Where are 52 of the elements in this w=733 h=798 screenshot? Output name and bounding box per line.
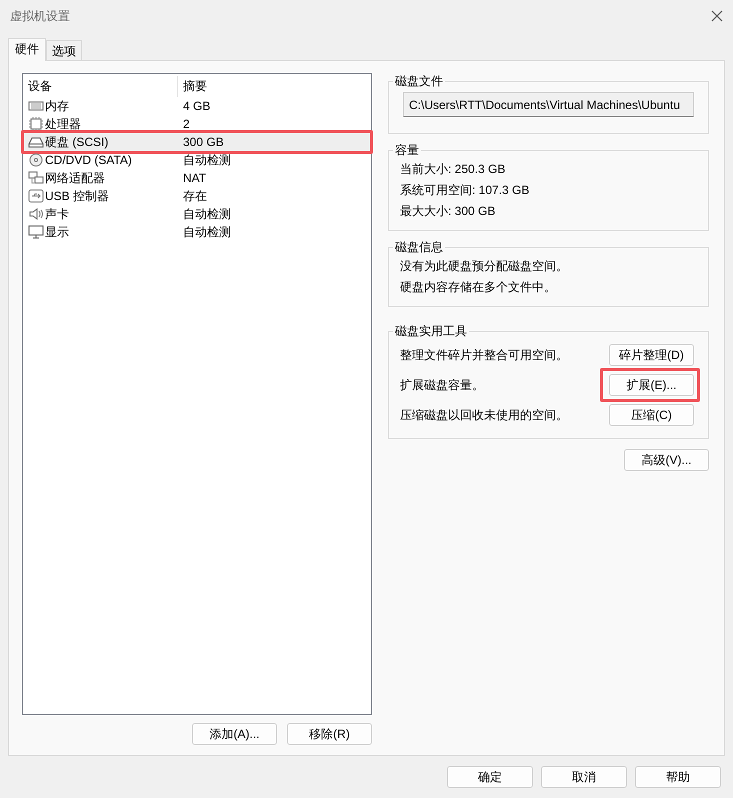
device-name: 硬盘 (SCSI) [45,134,108,150]
utility-text: 整理文件碎片并整合可用空间。 [399,346,568,364]
group-title: 磁盘信息 [394,239,444,256]
utility-text: 扩展磁盘容量。 [399,376,484,394]
chip-icon [28,117,44,131]
network-icon [28,171,44,185]
advanced-button[interactable]: 高级(V)... [624,449,709,471]
device-summary: 存在 [183,188,207,202]
capacity-text: 最大大小: 300 GB [400,203,496,220]
device-name: 显示 [45,224,69,240]
dialog-button[interactable]: 取消 [541,766,627,788]
capacity-text: 当前大小: 250.3 GB [400,161,506,178]
device-name: USB 控制器 [45,188,110,204]
disc-icon [28,153,44,167]
tab[interactable]: 选项 [46,40,82,60]
close-icon[interactable] [711,10,723,22]
info-text: 硬盘内容存储在多个文件中。 [400,279,556,296]
device-summary: 300 GB [183,135,224,149]
device-summary: 自动检测 [183,206,231,220]
dialog-button[interactable]: 帮助 [635,766,721,788]
file-path-field[interactable]: C:\Users\RTT\Documents\Virtual Machines\Ubuntu [403,92,694,117]
speaker-icon [28,207,44,221]
device-name: 网络适配器 [45,170,105,186]
device-name: 内存 [45,98,69,114]
memory-icon [28,99,44,113]
utility-button[interactable]: 碎片整理(D) [609,344,694,366]
group-title: 容量 [394,142,420,159]
capacity-text: 系统可用空间: 107.3 GB [400,182,530,199]
utility-button[interactable]: 扩展(E)... [609,374,694,396]
device-name: 声卡 [45,206,69,222]
device-name: 处理器 [45,116,81,132]
monitor-icon [28,225,44,239]
device-summary: 自动检测 [183,224,231,238]
utility-button[interactable]: 压缩(C) [609,404,694,426]
column-header[interactable]: 设备 [23,76,178,97]
device-summary: NAT [183,171,206,185]
device-name: CD/DVD (SATA) [45,153,132,167]
group-title: 磁盘实用工具 [394,323,468,340]
device-summary: 4 GB [183,99,210,113]
dialog-button[interactable]: 确定 [447,766,533,788]
group-title: 磁盘文件 [394,73,444,90]
device-button[interactable]: 移除(R) [287,723,372,745]
info-text: 没有为此硬盘预分配磁盘空间。 [400,258,568,275]
column-header[interactable]: 摘要 [178,76,207,97]
tab[interactable]: 硬件 [8,38,46,61]
device-summary: 2 [183,117,190,131]
window-title: 虚拟机设置 [10,8,70,24]
drive-icon [28,135,44,149]
device-button[interactable]: 添加(A)... [192,723,277,745]
usb-icon [28,189,44,203]
utility-text: 压缩磁盘以回收未使用的空间。 [399,406,568,424]
device-summary: 自动检测 [183,152,231,166]
